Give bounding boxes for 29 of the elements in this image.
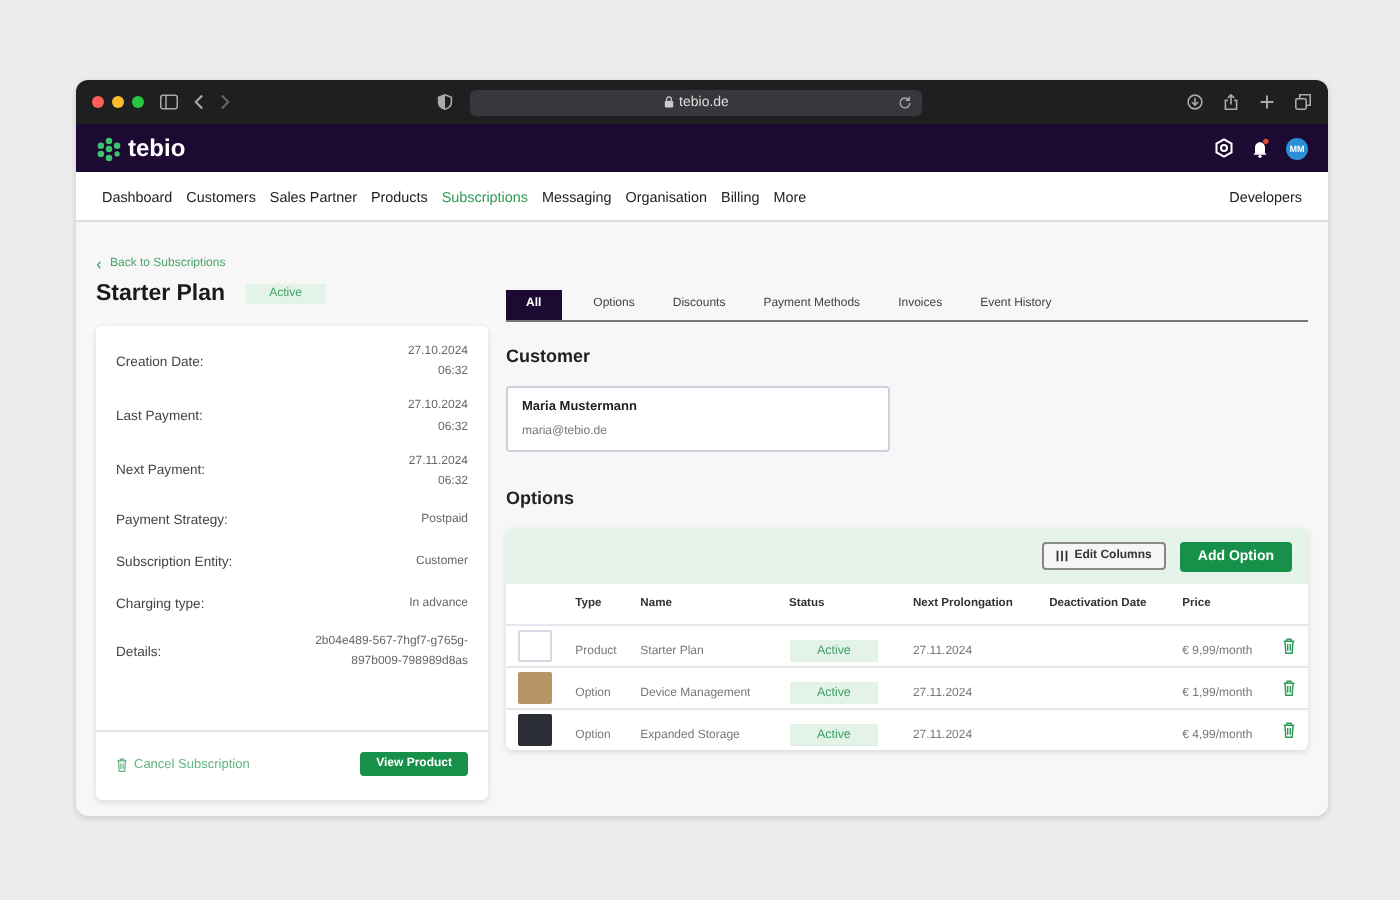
- lock-icon: [663, 96, 674, 108]
- shield-icon[interactable]: [436, 94, 454, 110]
- product-thumbnail: [518, 714, 552, 746]
- maximize-window-icon[interactable]: [132, 96, 144, 108]
- section-heading: Customer: [506, 346, 593, 366]
- logo-text[interactable]: tebio: [128, 134, 186, 162]
- section-heading: Options: [506, 488, 576, 508]
- share-icon[interactable]: [1222, 94, 1240, 110]
- settings-icon[interactable]: [1214, 138, 1234, 158]
- delete-icon[interactable]: [1282, 722, 1297, 738]
- minimize-window-icon[interactable]: [112, 96, 124, 108]
- reload-icon[interactable]: [898, 95, 912, 109]
- download-icon[interactable]: [1186, 94, 1204, 110]
- close-window-icon[interactable]: [92, 96, 104, 108]
- product-thumbnail: [518, 672, 552, 704]
- product-thumbnail: [518, 630, 552, 662]
- forward-icon[interactable]: [220, 94, 230, 110]
- sidebar-icon[interactable]: [160, 94, 178, 110]
- logo-icon[interactable]: [96, 135, 122, 161]
- delete-icon[interactable]: [1282, 680, 1297, 696]
- new-tab-icon[interactable]: [1258, 94, 1276, 110]
- page-title: Starter Plan: [96, 282, 226, 306]
- columns-icon: [1056, 550, 1069, 562]
- back-icon[interactable]: [194, 94, 204, 110]
- tabs-overview-icon[interactable]: [1294, 94, 1312, 110]
- delete-icon[interactable]: [1282, 638, 1297, 654]
- chevron-left-icon: [96, 259, 102, 269]
- trash-icon: [116, 757, 128, 771]
- notification-bell-icon[interactable]: [1250, 138, 1270, 158]
